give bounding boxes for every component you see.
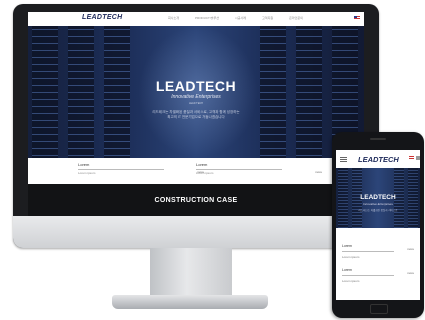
mobile-hero-banner: LEADTECH Innovative Enterprises 리드테크는 차별…: [336, 168, 420, 228]
menu-item[interactable]: PRODUCT/솔루션: [195, 16, 219, 20]
info-box-text: Lorem ipsum: [78, 171, 96, 175]
desktop-logo[interactable]: LEADTECH: [82, 14, 123, 21]
mobile-phone: LEADTECH LEADTECH Innovative Enterprises…: [332, 132, 424, 318]
divider: [342, 275, 394, 276]
desktop-hero-banner: LEADTECH Innovative Enterprises LEAD TEC…: [28, 26, 364, 158]
monitor-chin: [13, 216, 379, 248]
info-box[interactable]: Lorem more Lorem ipsum: [342, 244, 414, 259]
hero-description: 리드테크는 차별화된 품질과 서비스로: [358, 209, 398, 212]
hero-subtitle: Innovative Enterprises: [171, 94, 221, 100]
desktop-navbar: LEADTECH 회사소개 PRODUCT/솔루션 시공사례 고객지원 온라인문…: [28, 12, 364, 26]
info-box[interactable]: Lorem more Lorem ipsum: [342, 268, 414, 283]
home-button[interactable]: [370, 304, 388, 314]
language-flag-icon[interactable]: [416, 156, 420, 160]
desktop-info-boxes: Lorem Lorem ipsum more Lorem Lorem ipsum…: [28, 158, 364, 184]
mobile-screen: LEADTECH LEADTECH Innovative Enterprises…: [336, 150, 420, 300]
info-box-title: Lorem: [342, 244, 352, 248]
menu-item[interactable]: 시공사례: [235, 16, 246, 20]
hamburger-menu-icon[interactable]: [340, 157, 347, 162]
desktop-screen: LEADTECH 회사소개 PRODUCT/솔루션 시공사례 고객지원 온라인문…: [28, 12, 364, 216]
info-box-text: Lorem ipsum: [196, 171, 214, 175]
mobile-logo[interactable]: LEADTECH: [358, 155, 399, 164]
info-box-title: Lorem: [78, 162, 90, 167]
divider: [78, 169, 164, 170]
hero-mini-label: LEAD TECH: [189, 102, 203, 105]
hero-description: 최고의 IT 전문기업으로 거듭나겠습니다: [167, 115, 225, 119]
us-flag-icon[interactable]: [409, 156, 414, 160]
more-link[interactable]: more: [407, 247, 414, 251]
info-box-title: Lorem: [196, 162, 208, 167]
hero-subtitle: Innovative Enterprises: [363, 202, 393, 206]
desktop-menu: 회사소개 PRODUCT/솔루션 시공사례 고객지원 온라인문의: [168, 16, 303, 20]
phone-speaker: [370, 138, 386, 140]
info-box[interactable]: Lorem Lorem ipsum more: [78, 162, 204, 180]
info-box-title: Lorem: [342, 268, 352, 272]
menu-item[interactable]: 회사소개: [168, 16, 179, 20]
mobile-navbar: LEADTECH: [336, 150, 420, 168]
info-box-text: Lorem ipsum: [342, 255, 360, 259]
construction-case-band: CONSTRUCTION CASE: [28, 184, 364, 216]
monitor-stand-base: [112, 295, 268, 309]
menu-item[interactable]: 고객지원: [262, 16, 273, 20]
info-box[interactable]: Lorem Lorem ipsum more: [196, 162, 322, 180]
divider: [196, 169, 282, 170]
menu-item[interactable]: 온라인문의: [289, 16, 303, 20]
info-box-text: Lorem ipsum: [342, 279, 360, 283]
more-link[interactable]: more: [315, 170, 322, 174]
divider: [342, 251, 394, 252]
more-link[interactable]: more: [407, 271, 414, 275]
monitor-stand-neck: [150, 248, 232, 298]
hero-title: LEADTECH: [360, 194, 396, 201]
section-heading: CONSTRUCTION CASE: [154, 196, 238, 204]
us-flag-icon[interactable]: [354, 16, 360, 20]
hero-title: LEADTECH: [155, 78, 237, 94]
